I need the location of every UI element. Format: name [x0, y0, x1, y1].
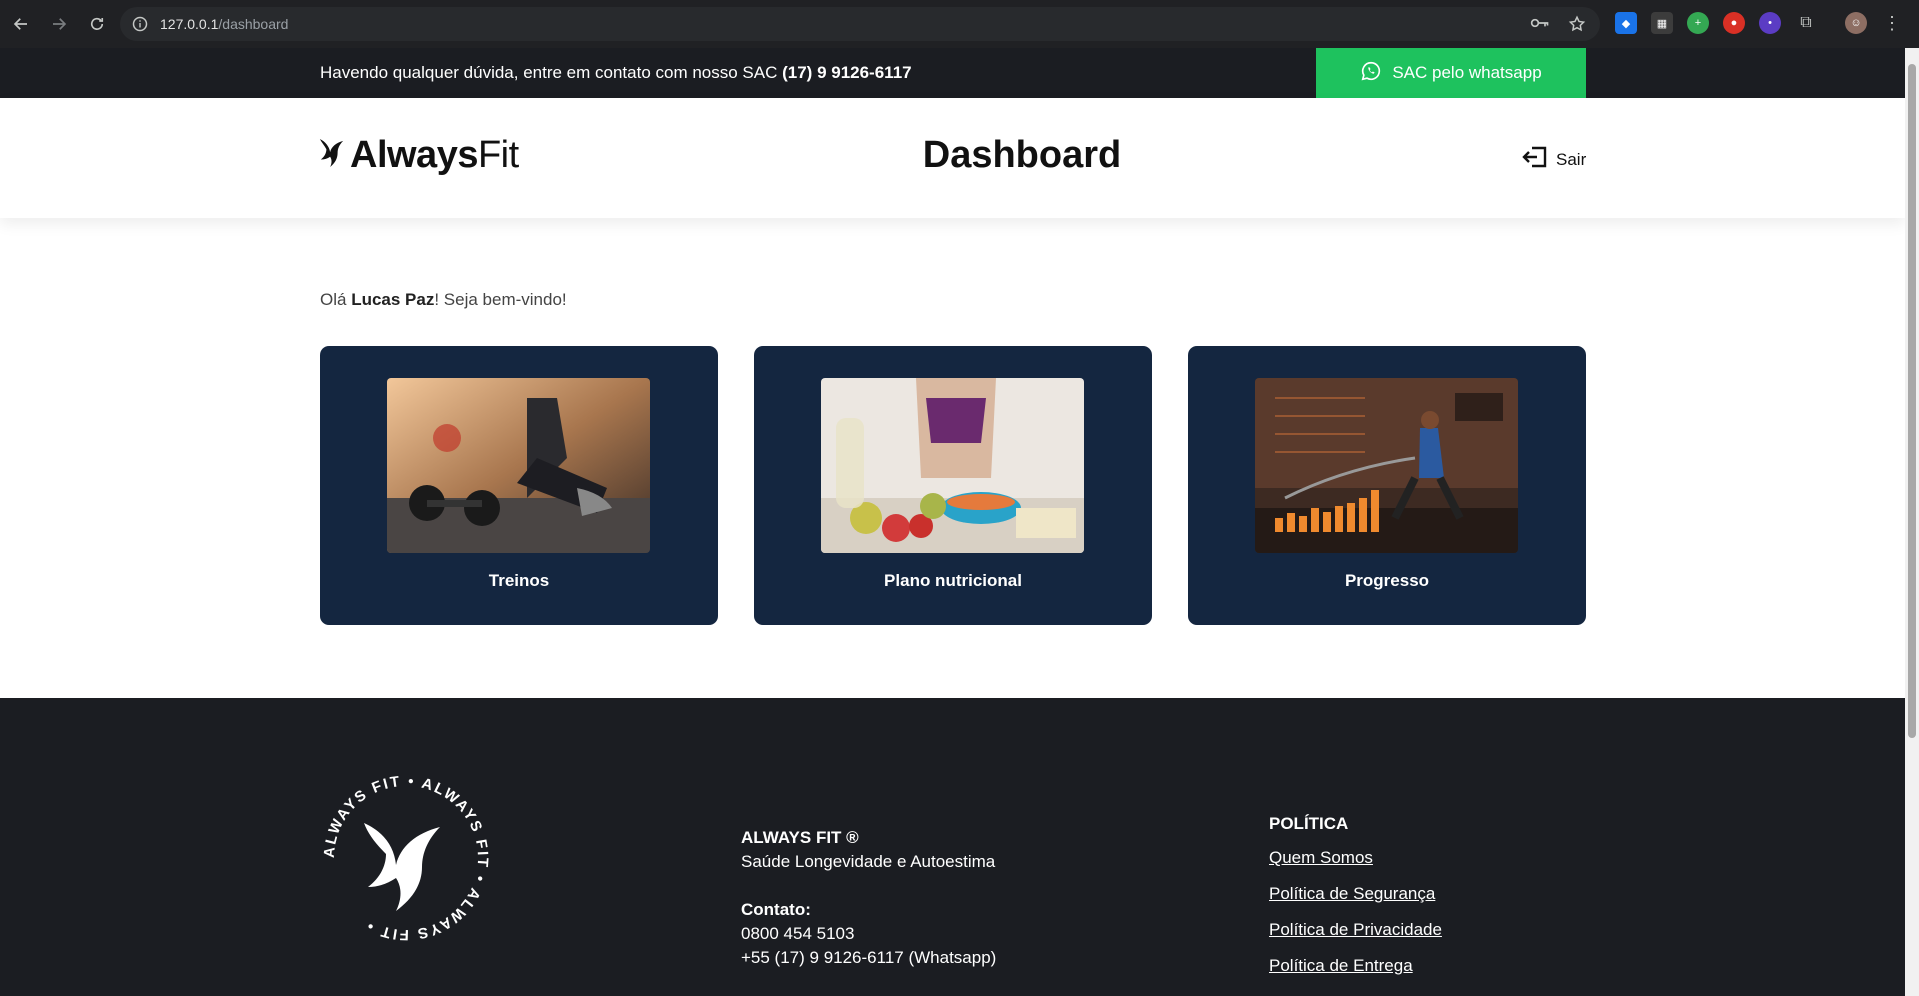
browser-toolbar: 127.0.0.1/dashboard ◆ ▦ + ● • ⧉ ☺ ⋮ — [0, 0, 1919, 48]
password-key-icon[interactable] — [1530, 15, 1550, 38]
extension-grid-icon[interactable]: ▦ — [1651, 12, 1673, 34]
nutrition-photo — [821, 378, 1084, 553]
footer-policy-heading: POLÍTICA — [1269, 814, 1349, 833]
footer-brand-name: ALWAYS FIT ® — [741, 828, 859, 847]
logout-label: Sair — [1556, 149, 1587, 169]
extensions-puzzle-icon[interactable]: ⧉ — [1795, 12, 1817, 34]
forward-icon[interactable] — [42, 7, 76, 41]
sac-phone: (17) 9 9126-6117 — [782, 63, 912, 82]
page-scrollbar[interactable] — [1905, 48, 1919, 996]
footer-whatsapp: +55 (17) 9 9126-6117 (Whatsapp) — [741, 948, 997, 967]
page-title: Dashboard — [922, 134, 1122, 176]
reload-icon[interactable] — [80, 7, 114, 41]
logout-button[interactable]: Sair — [1522, 146, 1586, 173]
footer-tagline: Saúde Longevidade e Autoestima — [741, 852, 996, 871]
extension-shield-icon[interactable]: ◆ — [1615, 12, 1637, 34]
link-politica-entrega[interactable]: Política de Entrega — [1269, 954, 1442, 978]
greeting-prefix: Olá — [320, 290, 352, 309]
card-label-plano-nutricional: Plano nutricional — [884, 571, 1022, 590]
card-label-progresso: Progresso — [1344, 571, 1430, 590]
workout-photo — [387, 378, 650, 553]
greeting-suffix: ! Seja bem-vindo! — [434, 290, 567, 309]
card-label-treinos: Treinos — [488, 571, 550, 590]
extension-record-icon[interactable]: ● — [1723, 12, 1745, 34]
profile-avatar[interactable]: ☺ — [1845, 12, 1867, 34]
alwaysfit-seal-logo: ALWAYS FIT • ALWAYS FIT • ALWAYS FIT • — [316, 768, 496, 948]
extension-plus-icon[interactable]: + — [1687, 12, 1709, 34]
link-politica-seguranca[interactable]: Política de Segurança — [1269, 882, 1442, 906]
footer-policy-block: POLÍTICA Quem Somos Política de Seguranç… — [1269, 814, 1442, 990]
url-host: 127.0.0.1 — [160, 16, 219, 32]
link-politica-privacidade[interactable]: Política de Privacidade — [1269, 918, 1442, 942]
footer-brand-block: ALWAYS FIT ® Saúde Longevidade e Autoest… — [741, 826, 996, 970]
card-treinos[interactable]: Treinos — [320, 346, 718, 625]
site-info-icon[interactable] — [132, 16, 148, 32]
user-name: Lucas Paz — [351, 290, 435, 309]
back-icon[interactable] — [4, 7, 38, 41]
footer-phone: 0800 454 5103 — [741, 924, 855, 943]
address-bar[interactable]: 127.0.0.1/dashboard — [120, 7, 1600, 41]
progress-photo — [1255, 378, 1518, 553]
sac-info-bar: Havendo qualquer dúvida, entre em contat… — [0, 48, 1905, 98]
sac-message: Havendo qualquer dúvida, entre em contat… — [320, 63, 912, 83]
welcome-message: Olá Lucas Paz! Seja bem-vindo! — [320, 290, 567, 310]
scrollbar-thumb[interactable] — [1908, 64, 1916, 738]
bookmark-star-icon[interactable] — [1568, 15, 1586, 38]
site-header: AlwaysFit Dashboard Sair — [0, 98, 1905, 218]
link-quem-somos[interactable]: Quem Somos — [1269, 846, 1442, 870]
browser-menu-icon[interactable]: ⋮ — [1883, 14, 1901, 32]
logout-icon — [1522, 146, 1548, 173]
card-progresso[interactable]: Progresso — [1188, 346, 1586, 625]
whatsapp-icon — [1360, 60, 1382, 87]
card-plano-nutricional[interactable]: Plano nutricional — [754, 346, 1152, 625]
sac-whatsapp-label: SAC pelo whatsapp — [1392, 63, 1542, 82]
extension-badge-icon[interactable]: • — [1759, 12, 1781, 34]
sac-whatsapp-button[interactable]: SAC pelo whatsapp — [1316, 48, 1586, 98]
url-text: 127.0.0.1/dashboard — [160, 16, 288, 32]
footer-contact-heading: Contato: — [741, 900, 811, 919]
url-path: /dashboard — [218, 16, 289, 32]
sac-message-text: Havendo qualquer dúvida, entre em contat… — [320, 63, 783, 82]
